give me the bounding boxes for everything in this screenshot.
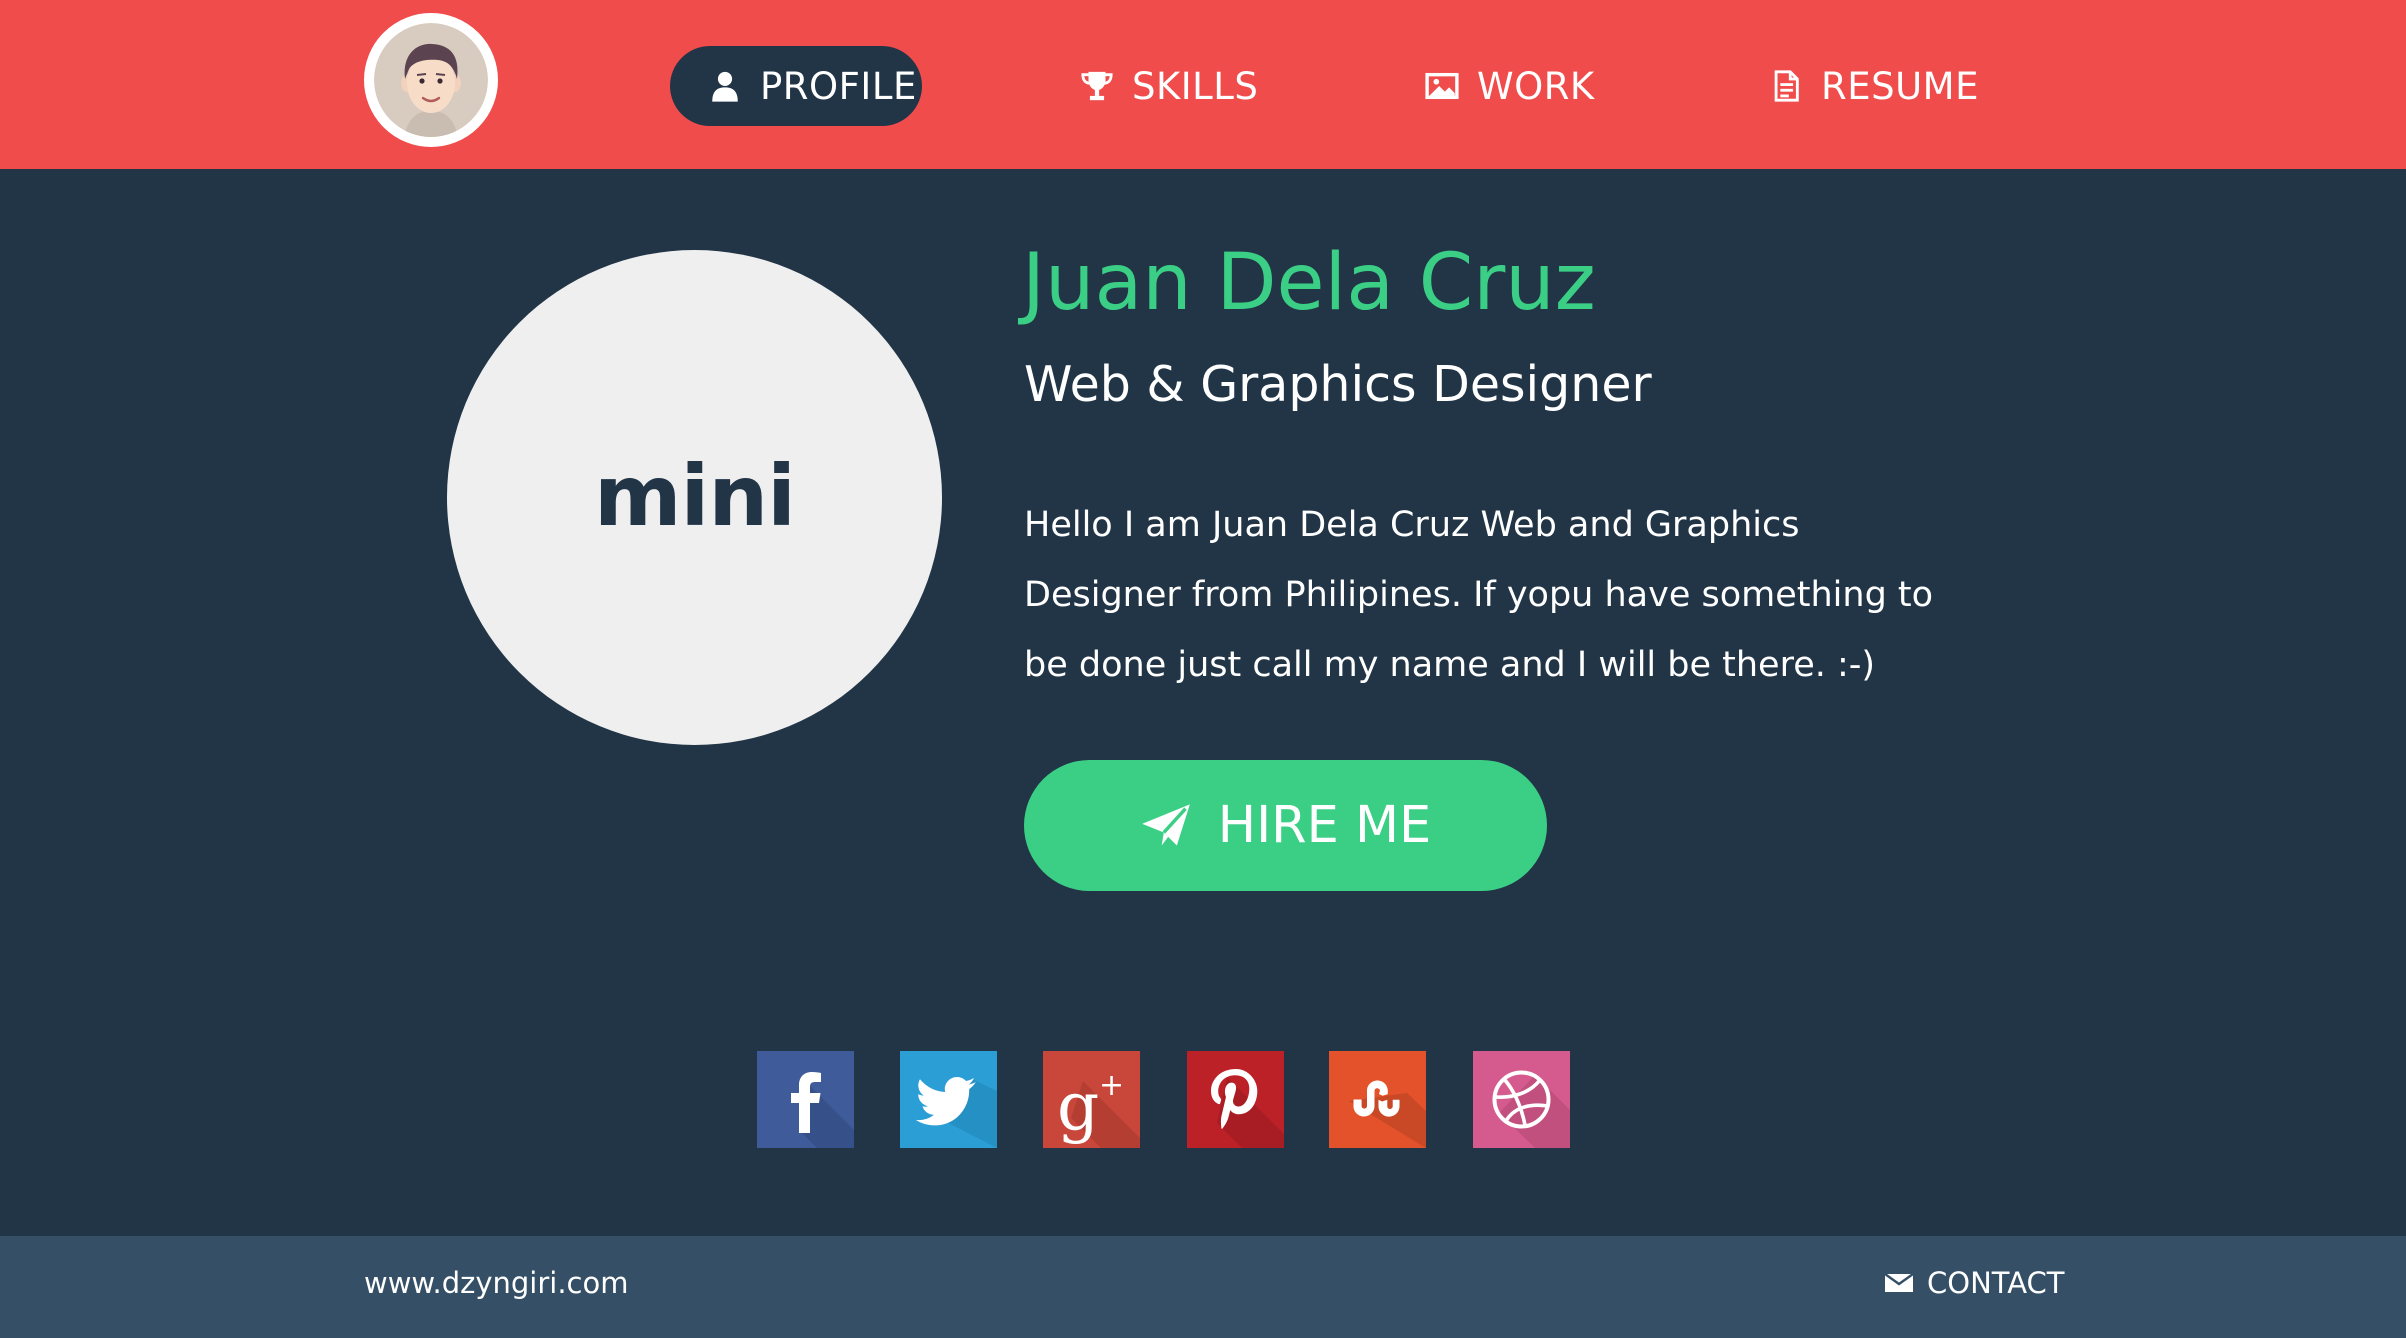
paper-plane-icon	[1140, 800, 1192, 852]
twitter-icon	[900, 1051, 997, 1148]
brand-logo-text: mini	[594, 446, 796, 545]
image-icon	[1425, 69, 1459, 103]
nav-profile-label: PROFILE	[760, 64, 917, 108]
profile-bio: Hello I am Juan Dela Cruz Web and Graphi…	[1024, 505, 1934, 685]
document-icon	[1769, 69, 1803, 103]
footer: www.dzyngiri.com CONTACT	[0, 1236, 2406, 1338]
profile-name: Juan Dela Cruz	[1022, 238, 1596, 328]
brand-logo: mini	[447, 250, 942, 745]
google-plus-icon: g +	[1043, 1051, 1140, 1148]
facebook-link[interactable]	[757, 1051, 854, 1148]
facebook-icon	[757, 1051, 854, 1148]
contact-link[interactable]: CONTACT	[1885, 1266, 2065, 1300]
google-plus-link[interactable]: g +	[1043, 1051, 1140, 1148]
contact-label: CONTACT	[1927, 1266, 2065, 1300]
nav-work[interactable]: WORK	[1425, 46, 1595, 126]
avatar[interactable]	[364, 13, 498, 147]
dribbble-link[interactable]	[1473, 1051, 1570, 1148]
trophy-icon	[1080, 69, 1114, 103]
hire-me-button[interactable]: HIRE ME	[1024, 760, 1547, 891]
svg-text:g: g	[1057, 1068, 1099, 1145]
nav-skills-label: SKILLS	[1132, 64, 1259, 108]
pinterest-icon	[1187, 1051, 1284, 1148]
nav-skills[interactable]: SKILLS	[1080, 46, 1258, 126]
profile-role: Web & Graphics Designer	[1024, 356, 1652, 413]
svg-text:+: +	[1099, 1068, 1124, 1103]
twitter-link[interactable]	[900, 1051, 997, 1148]
top-navbar: PROFILE SKILLS WORK RESUME	[0, 0, 2406, 169]
dribbble-icon	[1473, 1051, 1570, 1148]
nav-resume-label: RESUME	[1821, 64, 1979, 108]
nav-resume[interactable]: RESUME	[1769, 46, 1979, 126]
stumbleupon-icon	[1329, 1051, 1426, 1148]
nav-profile[interactable]: PROFILE	[670, 46, 922, 126]
envelope-icon	[1885, 1272, 1913, 1294]
hire-me-label: HIRE ME	[1217, 796, 1432, 855]
nav-work-label: WORK	[1477, 64, 1595, 108]
user-icon	[708, 69, 742, 103]
avatar-illustration	[374, 23, 488, 137]
pinterest-link[interactable]	[1187, 1051, 1284, 1148]
footer-site-link[interactable]: www.dzyngiri.com	[364, 1266, 628, 1300]
stumbleupon-link[interactable]	[1329, 1051, 1426, 1148]
